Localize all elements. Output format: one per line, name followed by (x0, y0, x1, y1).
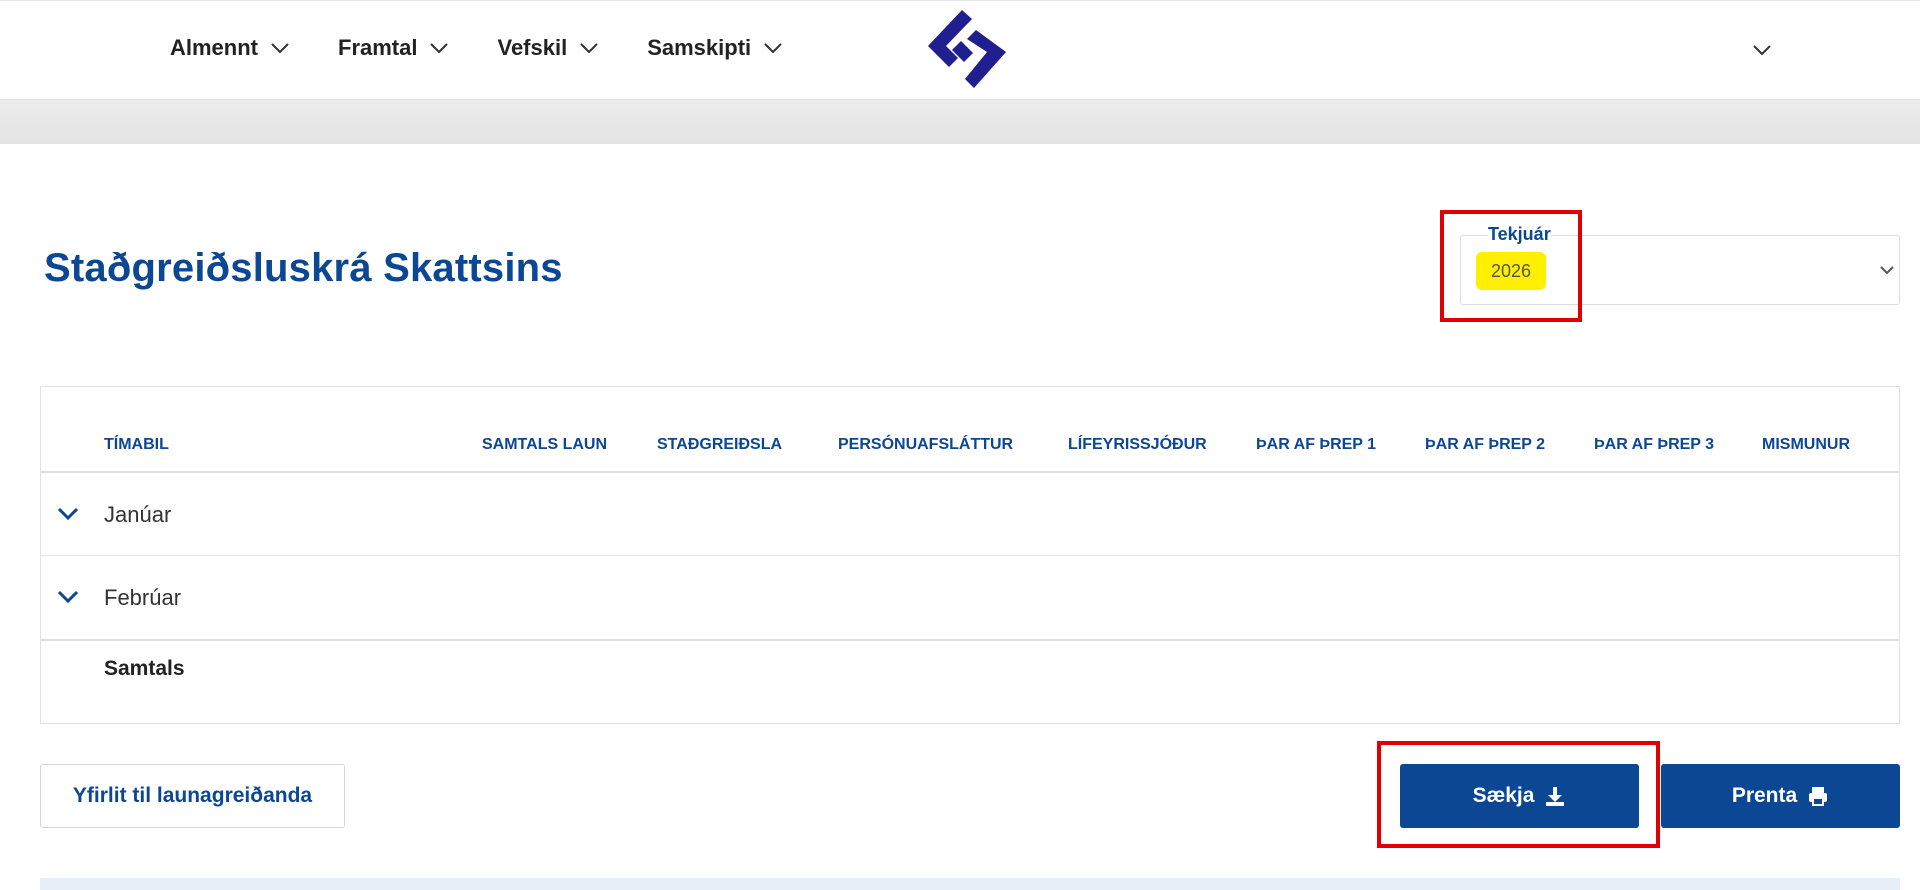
nav-item-label: Framtal (338, 35, 418, 60)
top-navigation-bar: Almennt Framtal Vefskil Samskipti (0, 0, 1920, 100)
column-header-threp-1: ÞAR AF ÞREP 1 (1256, 436, 1377, 453)
column-header-mismunur: MISMUNUR (1762, 436, 1850, 453)
column-header-samtals-laun: SAMTALS LAUN (482, 436, 608, 453)
header-grey-band (0, 100, 1920, 144)
nav-item-label: Vefskil (497, 35, 568, 60)
total-row-label: Samtals (104, 657, 185, 680)
column-header-timabil: TÍMABIL (104, 436, 169, 453)
chevron-down-icon (271, 43, 289, 54)
print-button-label: Prenta (1731, 784, 1798, 807)
bottom-info-strip (40, 878, 1900, 890)
chevron-down-icon (764, 43, 782, 54)
column-header-threp-3: ÞAR AF ÞREP 3 (1594, 436, 1715, 453)
table-row-februar[interactable]: Febrúar (41, 556, 1899, 639)
chevron-down-icon (580, 43, 598, 54)
nav-item-label: Almennt (170, 35, 258, 60)
user-menu-chevron-icon[interactable] (1752, 43, 1772, 57)
nav-item-almennt[interactable]: Almennt (170, 35, 290, 61)
printer-icon (1809, 787, 1828, 806)
chevron-down-icon (430, 43, 449, 54)
table-row-januar[interactable]: Janúar (41, 473, 1899, 556)
column-header-threp-2: ÞAR AF ÞREP 2 (1425, 436, 1546, 453)
print-button[interactable]: Prenta (1661, 764, 1900, 828)
row-label: Janúar (104, 502, 172, 527)
annotation-highlight-box (1440, 210, 1582, 322)
page-title: Staðgreiðsluskrá Skattsins (44, 246, 563, 290)
total-divider (41, 639, 1899, 641)
overview-to-payer-button[interactable]: Yfirlit til launagreiðanda (40, 764, 345, 828)
nav-item-framtal[interactable]: Framtal (338, 35, 449, 61)
row-label: Febrúar (104, 585, 182, 610)
nav-item-vefskil[interactable]: Vefskil (497, 35, 599, 61)
skatturinn-logo-icon[interactable] (924, 6, 1010, 92)
nav-item-label: Samskipti (647, 35, 752, 60)
table-header: TÍMABIL SAMTALS LAUN STAÐGREIÐSLA PERSÓN… (41, 387, 1899, 473)
nav-item-samskipti[interactable]: Samskipti (647, 35, 783, 61)
chevron-down-icon[interactable] (57, 590, 79, 604)
withholding-table: TÍMABIL SAMTALS LAUN STAÐGREIÐSLA PERSÓN… (40, 386, 1900, 724)
overview-button-label: Yfirlit til launagreiðanda (72, 784, 313, 807)
column-header-stadgreidsla: STAÐGREIÐSLA (657, 436, 783, 453)
column-header-lifeyrissjodur: LÍFEYRISSJÓÐUR (1068, 436, 1207, 453)
main-nav: Almennt Framtal Vefskil Samskipti (170, 35, 831, 61)
chevron-down-icon[interactable] (57, 507, 79, 521)
chevron-down-icon (1880, 266, 1894, 275)
column-header-personuafslattur: PERSÓNUAFSLÁTTUR (838, 436, 1014, 453)
annotation-highlight-box (1377, 741, 1660, 848)
